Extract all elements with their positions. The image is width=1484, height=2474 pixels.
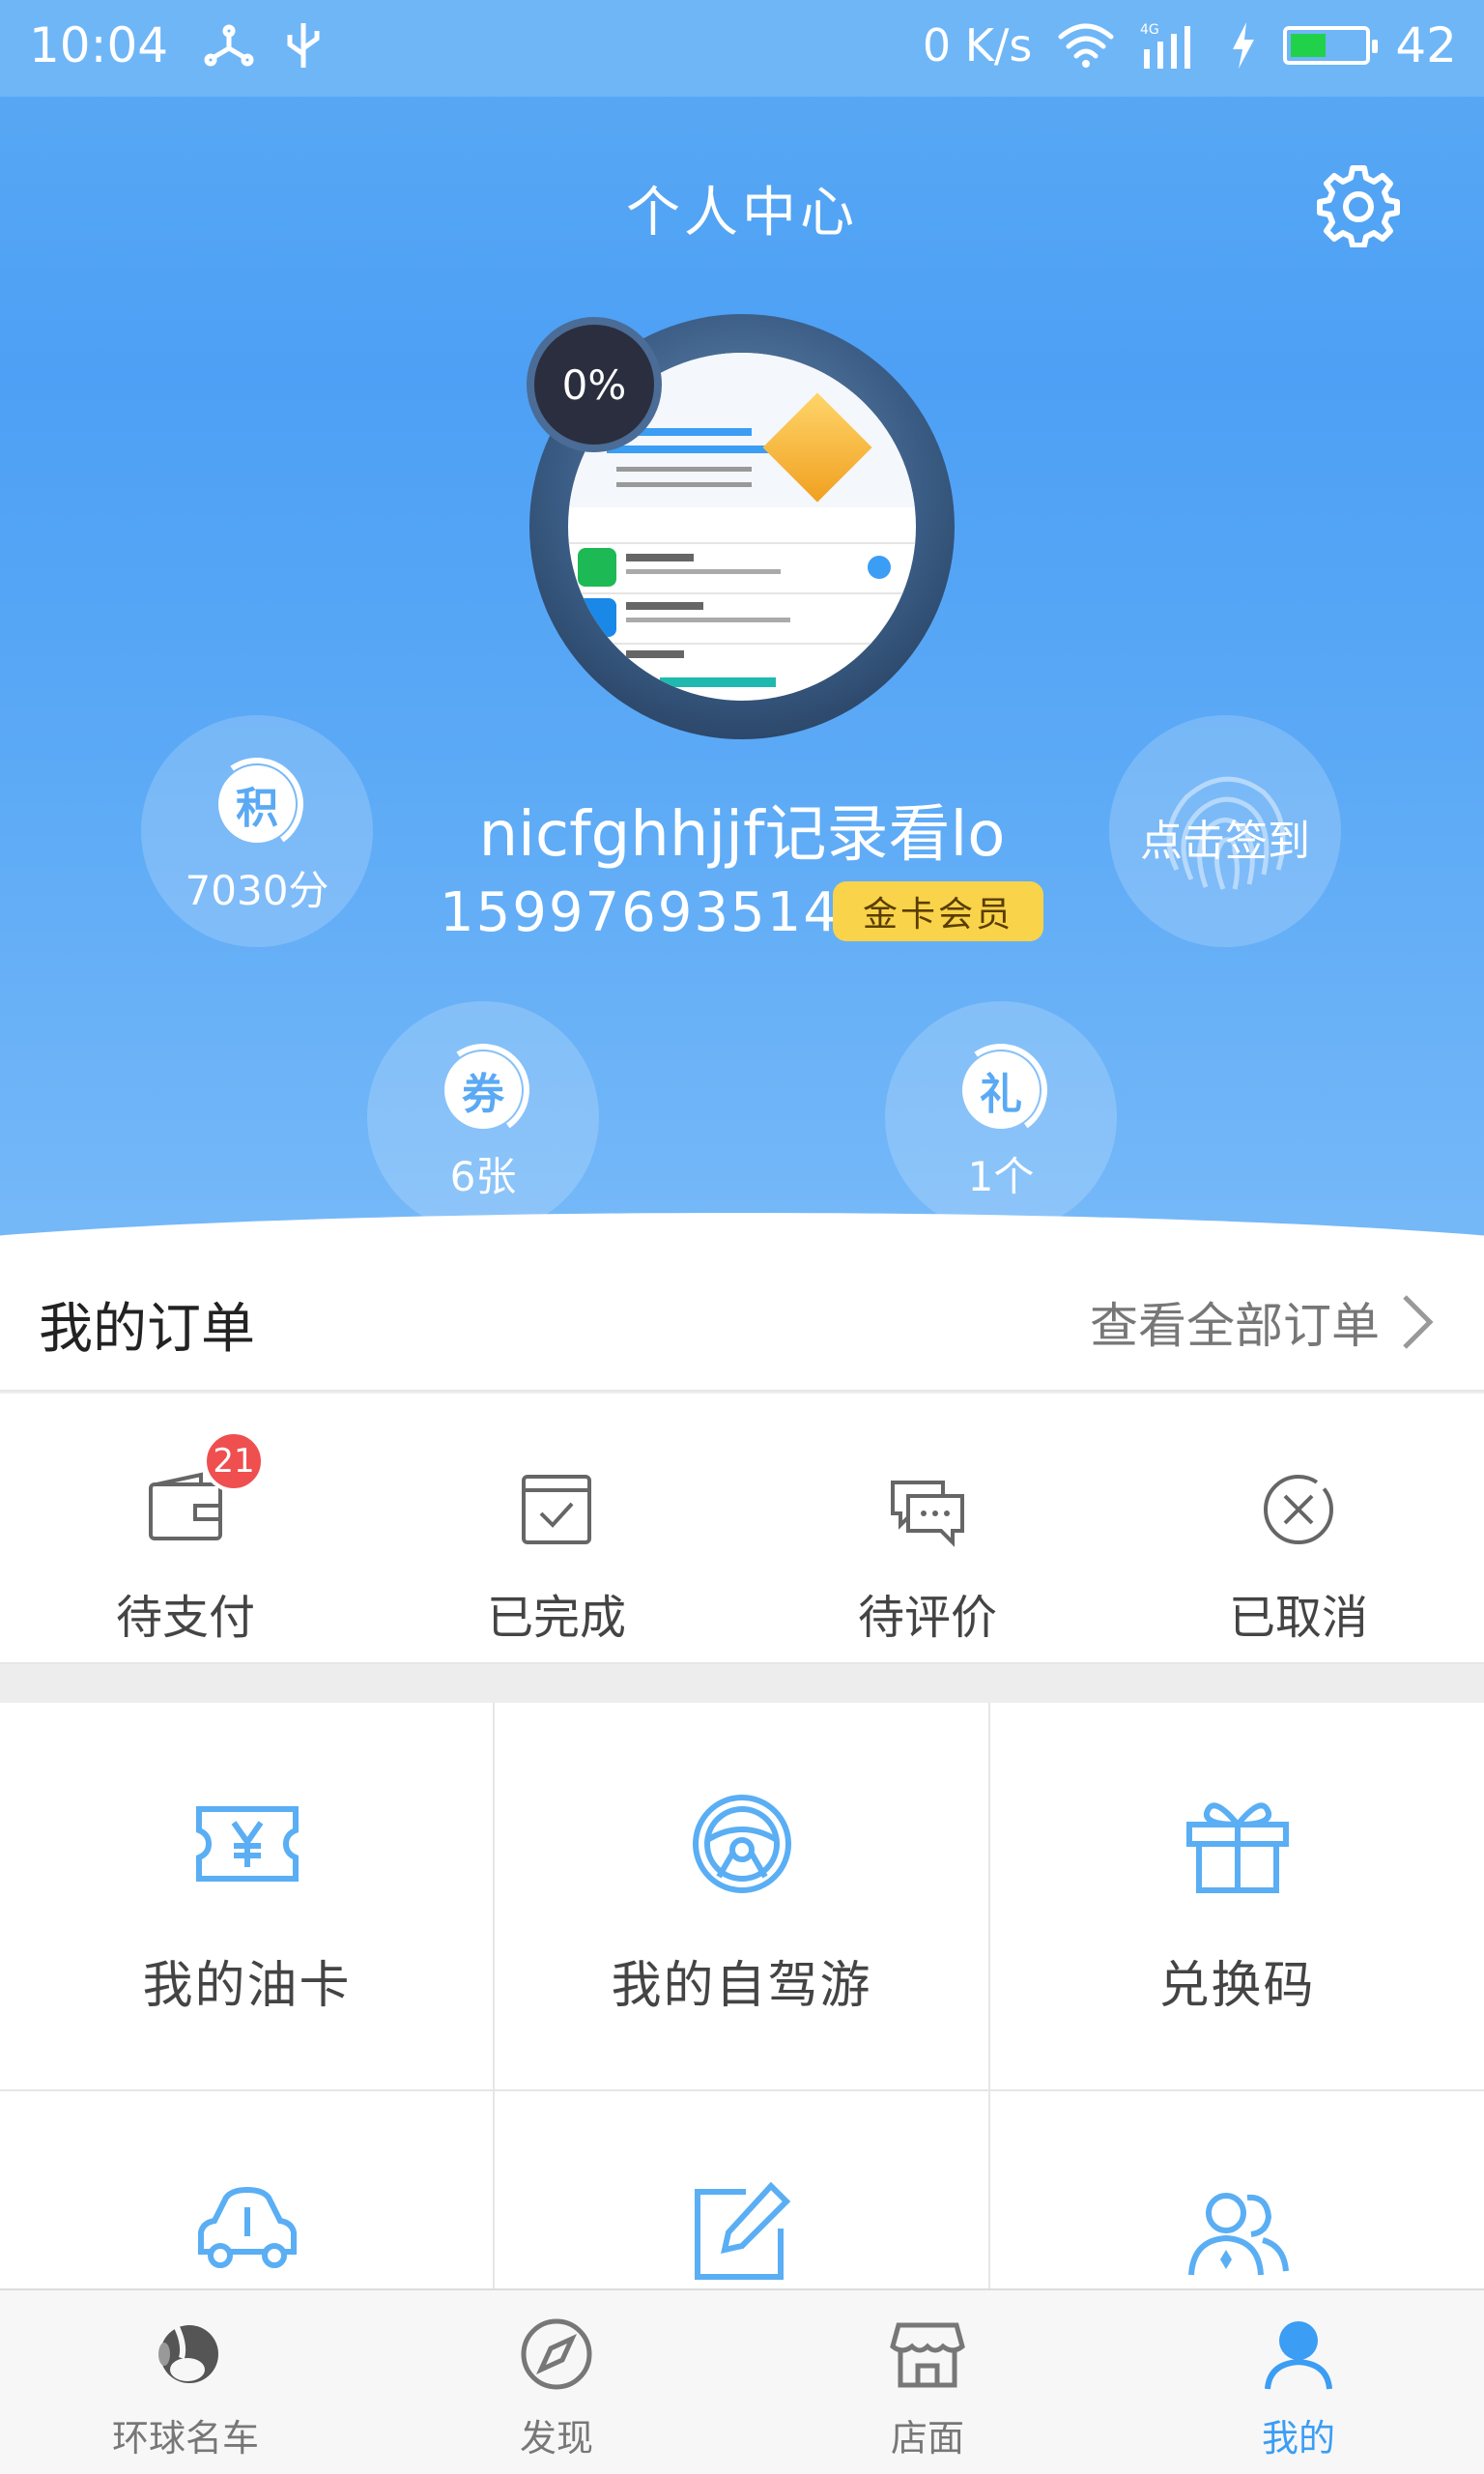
chat-icon — [891, 1481, 964, 1547]
settings-gear-icon[interactable] — [1316, 162, 1401, 247]
calendar-check-icon — [522, 1475, 591, 1544]
network-type: 4G — [1140, 22, 1159, 38]
pending-payment-badge: 21 — [203, 1430, 265, 1492]
order-to-review[interactable]: 待评价 — [742, 1394, 1113, 1664]
tab-label: 我的 — [1261, 2417, 1335, 2460]
tab-label: 发现 — [519, 2417, 593, 2460]
edit-icon — [695, 2181, 791, 2280]
order-status-label: 待评价 — [857, 1591, 997, 1645]
phone-number: 15997693514 — [440, 881, 840, 944]
share-icon — [204, 24, 254, 67]
bottom-tab-bar: 环球名车 发现 店面 我的 — [0, 2288, 1484, 2474]
order-status-label: 已完成 — [486, 1591, 626, 1645]
tab-label: 环球名车 — [111, 2417, 259, 2460]
service-label: 我的油卡 — [142, 1957, 352, 2015]
battery-level: 42 — [1395, 17, 1457, 73]
order-completed[interactable]: 已完成 — [371, 1394, 742, 1664]
orders-title: 我的订单 — [39, 1298, 255, 1361]
signal-icon: 4G — [1140, 22, 1191, 69]
status-notification-icons — [203, 19, 323, 72]
coupons-value: 6张 — [449, 1153, 517, 1200]
tab-mine[interactable]: 我的 — [1113, 2290, 1484, 2474]
status-bar: 10:04 0 K/s 4G 42 — [0, 0, 1484, 97]
order-status-label: 已取消 — [1228, 1591, 1368, 1645]
status-system-icons: 0 K/s 4G 42 — [923, 17, 1457, 73]
order-status-row: 21 待支付 已完成 待评价 已取消 — [0, 1394, 1484, 1664]
order-pending-payment[interactable]: 21 待支付 — [0, 1394, 371, 1664]
users-icon — [1188, 2193, 1289, 2276]
service-label: 兑换码 — [1158, 1957, 1316, 2015]
wifi-icon — [1058, 23, 1114, 68]
username: nicfghhjjf记录看lo — [478, 799, 1006, 871]
ticket-yuan-icon — [196, 1806, 299, 1882]
profile-header: 10:04 0 K/s 4G 42 个人中心 0% 积 7030分 点击签到 n… — [0, 0, 1484, 1256]
cancel-icon — [1264, 1475, 1333, 1544]
view-all-orders-label: 查看全部订单 — [1090, 1298, 1380, 1354]
service-label: 我的自驾游 — [611, 1957, 872, 2015]
charging-icon — [1233, 22, 1255, 69]
store-icon — [890, 2322, 965, 2388]
service-self-drive[interactable]: 我的自驾游 — [495, 1703, 988, 2089]
view-all-orders-link[interactable]: 查看全部订单 — [1090, 1287, 1436, 1357]
chevron-right-icon — [1403, 1295, 1434, 1349]
orders-header: 我的订单 查看全部订单 — [0, 1247, 1484, 1392]
net-speed: 0 K/s — [922, 19, 1033, 72]
battery-icon — [1283, 26, 1379, 65]
profile-progress-badge: 0% — [527, 317, 662, 452]
tab-discover[interactable]: 发现 — [371, 2290, 742, 2474]
tab-store[interactable]: 店面 — [742, 2290, 1113, 2474]
usb-icon — [287, 23, 320, 68]
service-my-oil-card[interactable]: 我的油卡 — [0, 1703, 494, 2089]
tab-global-cars[interactable]: 环球名车 — [0, 2290, 371, 2474]
member-level-badge: 金卡会员 — [833, 881, 1043, 941]
gifts-bubble[interactable]: 礼 1个 — [885, 1001, 1117, 1233]
compass-icon — [521, 2318, 592, 2390]
user-icon — [1265, 2321, 1332, 2390]
page-title: 个人中心 — [626, 182, 858, 245]
order-status-label: 待支付 — [115, 1591, 255, 1645]
brand-icon — [158, 2323, 218, 2383]
gifts-value: 1个 — [967, 1153, 1035, 1200]
car-icon — [198, 2186, 297, 2268]
steering-wheel-icon — [693, 1795, 791, 1893]
gift-icon — [1186, 1802, 1289, 1893]
status-time: 10:04 — [29, 17, 169, 73]
order-cancelled[interactable]: 已取消 — [1113, 1394, 1484, 1664]
service-redeem-code[interactable]: 兑换码 — [990, 1703, 1484, 2089]
tab-label: 店面 — [890, 2417, 964, 2460]
coupons-bubble[interactable]: 券 6张 — [367, 1001, 599, 1233]
